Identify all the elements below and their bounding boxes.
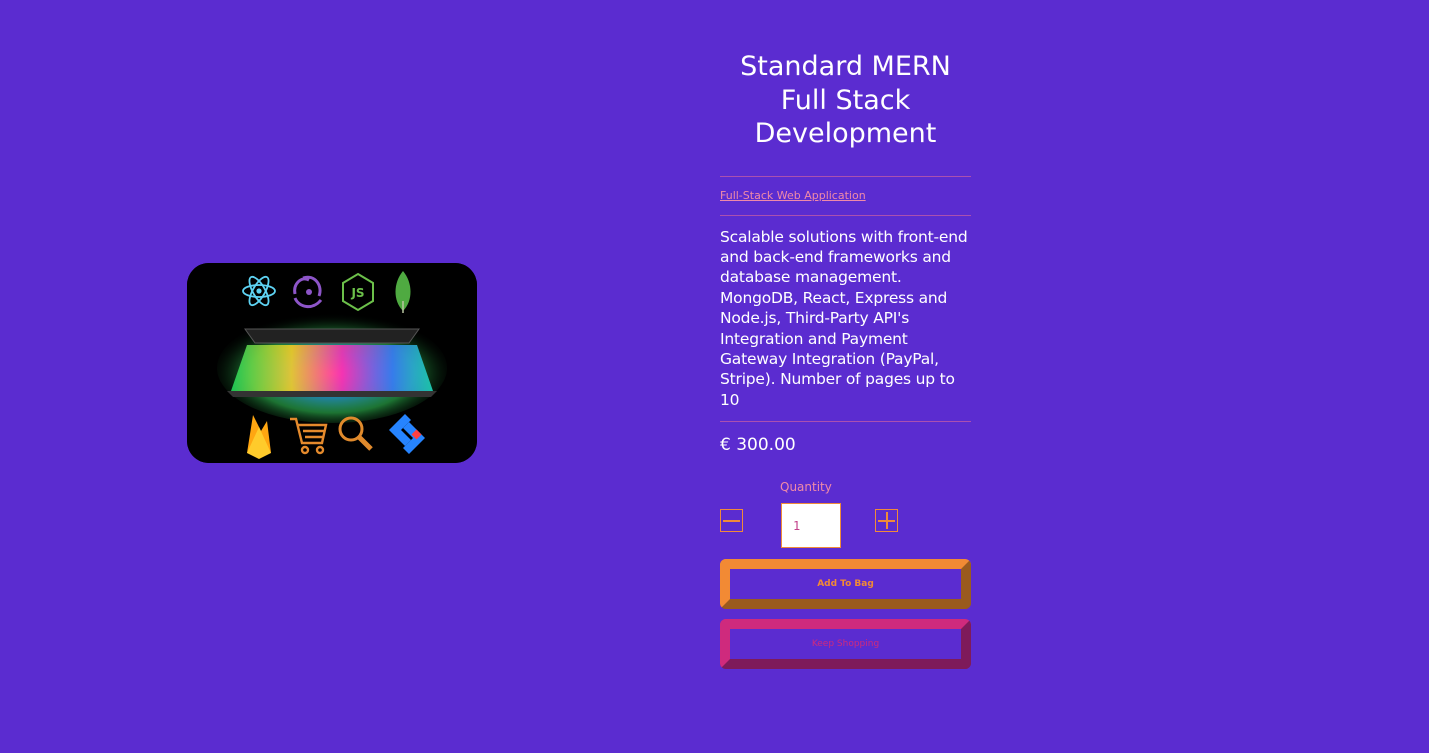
minus-icon [723, 519, 740, 522]
product-details: Standard MERN Full Stack Development Ful… [720, 50, 971, 670]
increase-quantity-button[interactable] [875, 509, 898, 533]
svg-text:JS: JS [350, 286, 364, 300]
product-description: Scalable solutions with front-end and ba… [720, 227, 968, 409]
divider [720, 421, 971, 423]
laptop-illustration [217, 313, 447, 423]
quantity-input[interactable] [781, 503, 841, 549]
product-price: € 300.00 [720, 435, 796, 456]
quantity-label: Quantity [780, 480, 832, 495]
product-page: JS Standard MERN Full Stack Development … [0, 0, 1429, 753]
decrease-quantity-button[interactable] [720, 509, 743, 533]
category-link[interactable]: Full-Stack Web Application [720, 177, 971, 215]
add-to-bag-button[interactable]: Add To Bag [720, 559, 971, 610]
quantity-stepper [720, 503, 971, 549]
divider [720, 214, 971, 216]
product-image: JS [187, 263, 477, 463]
product-title: Standard MERN Full Stack Development [740, 51, 951, 149]
keep-shopping-button[interactable]: Keep Shopping [720, 619, 971, 670]
